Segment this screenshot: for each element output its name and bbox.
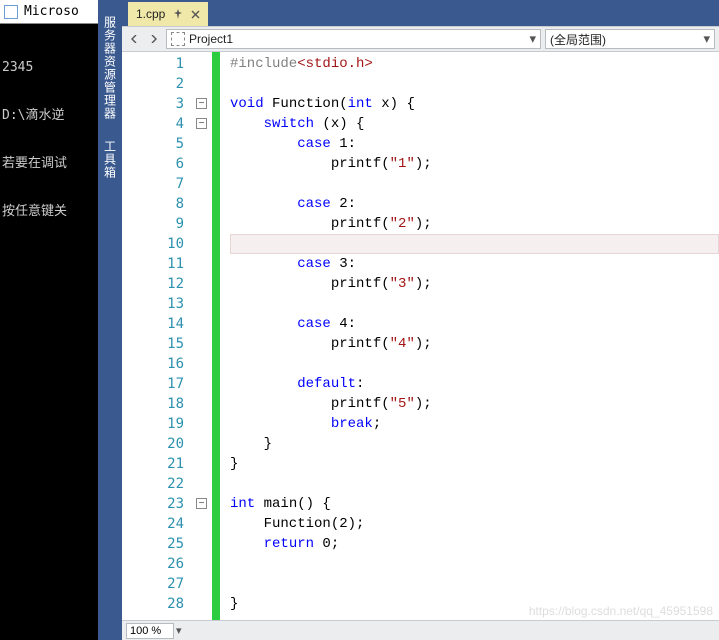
line-number: 11: [122, 254, 184, 274]
code-line[interactable]: printf("3");: [230, 274, 719, 294]
code-line[interactable]: #include<stdio.h>: [230, 54, 719, 74]
console-window: Microso 2345 D:\滴水逆 若要在调试 按任意键关: [0, 0, 98, 640]
document-tab-label: 1.cpp: [136, 7, 165, 21]
line-number: 6: [122, 154, 184, 174]
code-line[interactable]: [230, 174, 719, 194]
code-line[interactable]: }: [230, 454, 719, 474]
line-number: 15: [122, 334, 184, 354]
close-icon[interactable]: [191, 10, 200, 19]
zoom-value: 100 %: [130, 625, 161, 637]
code-content[interactable]: #include<stdio.h>void Function(int x) { …: [220, 52, 719, 620]
code-line[interactable]: int main() {: [230, 494, 719, 514]
line-number: 1: [122, 54, 184, 74]
code-line[interactable]: return 0;: [230, 534, 719, 554]
project-icon: [171, 32, 185, 46]
code-line[interactable]: [230, 74, 719, 94]
line-number: 27: [122, 574, 184, 594]
line-number: 13: [122, 294, 184, 314]
line-number: 16: [122, 354, 184, 374]
code-line[interactable]: [230, 294, 719, 314]
chevron-down-icon: ▾: [529, 31, 536, 47]
side-tab-server-explorer[interactable]: 服务器资源管理器: [100, 8, 121, 128]
line-number: 5: [122, 134, 184, 154]
code-line[interactable]: break;: [230, 414, 719, 434]
code-line[interactable]: [230, 474, 719, 494]
code-line[interactable]: case 2:: [230, 194, 719, 214]
nav-back-icon[interactable]: [126, 31, 142, 47]
member-scope-dropdown[interactable]: (全局范围) ▾: [545, 29, 715, 49]
line-number: 7: [122, 174, 184, 194]
editor-area: 1.cpp Project1 ▾ (全局范围): [122, 0, 719, 640]
console-line: 若要在调试: [2, 156, 96, 172]
change-indicator: [212, 52, 220, 620]
navigation-bar: Project1 ▾ (全局范围) ▾: [122, 26, 719, 52]
project-scope-dropdown[interactable]: Project1 ▾: [166, 29, 541, 49]
line-number: 26: [122, 554, 184, 574]
code-line[interactable]: printf("1");: [230, 154, 719, 174]
console-line: D:\滴水逆: [2, 108, 96, 124]
line-number: 8: [122, 194, 184, 214]
line-number: 2: [122, 74, 184, 94]
line-number: 28: [122, 594, 184, 614]
line-number: 22: [122, 474, 184, 494]
code-line[interactable]: Function(2);: [230, 514, 719, 534]
line-number: 14: [122, 314, 184, 334]
console-line: 按任意键关: [2, 204, 96, 220]
outline-column: − − −: [192, 52, 212, 620]
console-icon: [4, 5, 18, 19]
line-number: 19: [122, 414, 184, 434]
line-number: 10: [122, 234, 184, 254]
code-line[interactable]: default:: [230, 374, 719, 394]
line-number: 12: [122, 274, 184, 294]
code-line[interactable]: }: [230, 594, 719, 614]
code-line[interactable]: case 4:: [230, 314, 719, 334]
console-titlebar[interactable]: Microso: [0, 0, 98, 24]
code-line[interactable]: [230, 554, 719, 574]
document-tab-bar: 1.cpp: [122, 0, 719, 26]
ide-window: 服务器资源管理器 工具箱 1.cpp Proj: [98, 0, 719, 640]
line-number: 20: [122, 434, 184, 454]
member-scope-label: (全局范围): [550, 31, 699, 48]
fold-toggle-icon[interactable]: −: [196, 498, 207, 509]
console-output: 2345 D:\滴水逆 若要在调试 按任意键关: [0, 24, 98, 256]
line-number: 25: [122, 534, 184, 554]
line-number: 3: [122, 94, 184, 114]
line-number: 9: [122, 214, 184, 234]
line-number: 4: [122, 114, 184, 134]
code-line[interactable]: case 1:: [230, 134, 719, 154]
code-line[interactable]: printf("2");: [230, 214, 719, 234]
nav-forward-icon[interactable]: [146, 31, 162, 47]
zoom-input[interactable]: 100 %: [126, 623, 174, 639]
chevron-down-icon: ▾: [703, 31, 710, 47]
code-line[interactable]: [230, 354, 719, 374]
line-number-gutter: 1234567891011121314151617181920212223242…: [122, 52, 192, 620]
document-tab-active[interactable]: 1.cpp: [128, 2, 208, 26]
side-tab-toolbox[interactable]: 工具箱: [100, 132, 121, 187]
fold-toggle-icon[interactable]: −: [196, 118, 207, 129]
console-title: Microso: [24, 4, 79, 19]
line-number: 17: [122, 374, 184, 394]
code-line[interactable]: [230, 574, 719, 594]
fold-toggle-icon[interactable]: −: [196, 98, 207, 109]
zoom-bar: 100 % ▾: [122, 620, 719, 640]
code-line[interactable]: switch (x) {: [230, 114, 719, 134]
console-line: 2345: [2, 60, 96, 76]
line-number: 23: [122, 494, 184, 514]
line-number: 24: [122, 514, 184, 534]
pin-icon[interactable]: [173, 9, 183, 19]
line-number: 21: [122, 454, 184, 474]
code-line[interactable]: printf("5");: [230, 394, 719, 414]
code-line[interactable]: case 3:: [230, 254, 719, 274]
side-tool-strip: 服务器资源管理器 工具箱: [98, 0, 122, 640]
code-line[interactable]: void Function(int x) {: [230, 94, 719, 114]
code-line[interactable]: }: [230, 434, 719, 454]
line-number: 18: [122, 394, 184, 414]
code-line[interactable]: [230, 234, 719, 254]
code-editor[interactable]: 1234567891011121314151617181920212223242…: [122, 52, 719, 620]
project-scope-label: Project1: [189, 32, 525, 46]
code-line[interactable]: printf("4");: [230, 334, 719, 354]
chevron-down-icon[interactable]: ▾: [176, 624, 182, 637]
